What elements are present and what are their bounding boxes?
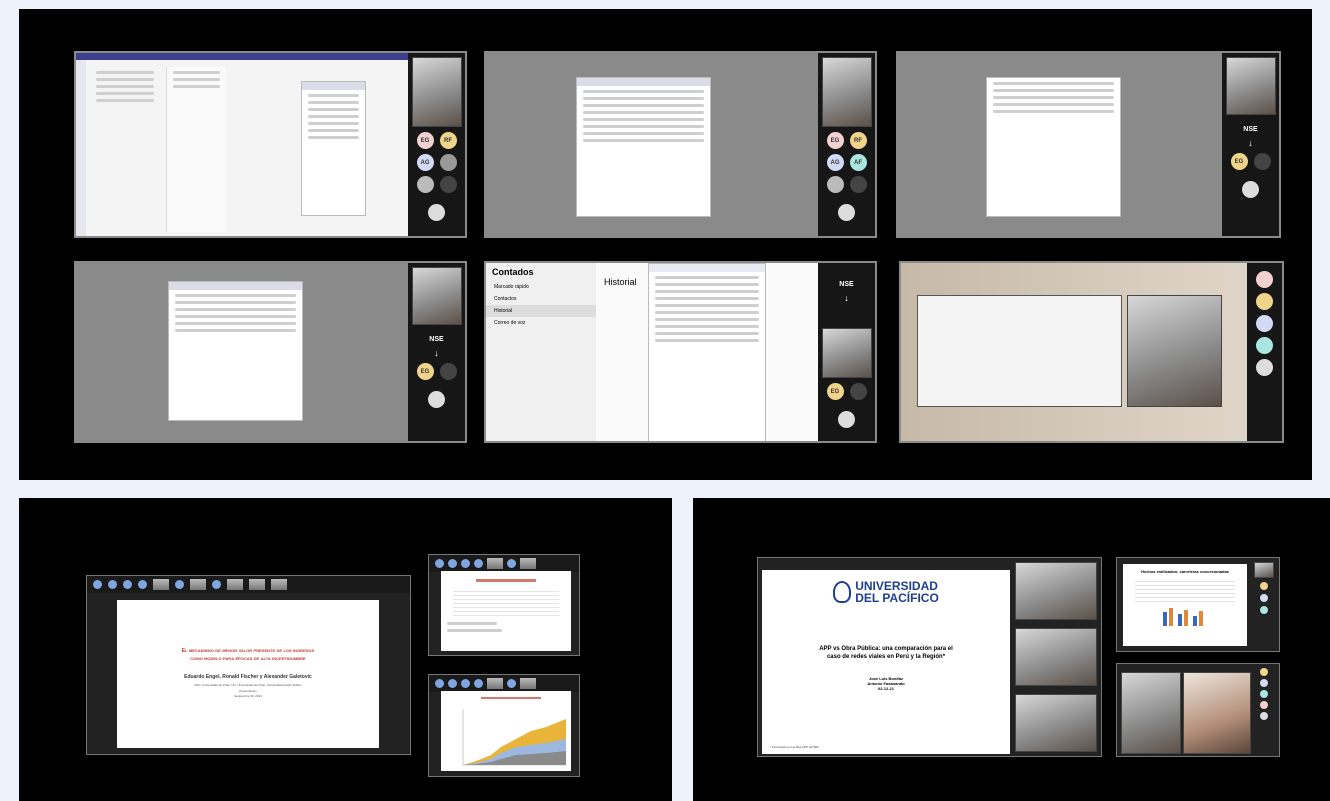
screenshot-settings-dialog: EG RF AG AF [484, 51, 877, 238]
contacts-title: Contados [492, 267, 534, 277]
bottom-right-panel: UNIVERSIDAD DEL PACÍFICO APP vs Obra Púb… [693, 498, 1330, 801]
upacifico-footnote: * Financiado por la Red APP del BID [770, 745, 819, 749]
menu-item-speed-dial[interactable]: Marcado rápido [486, 281, 596, 293]
upacifico-title-line1: APP vs Obra Pública: una comparación par… [819, 646, 953, 652]
area-chart-graphic [462, 697, 566, 766]
screenshot-device-settings: NSE ↓ EG [74, 261, 467, 443]
upacifico-crest-logo [833, 581, 852, 603]
participant-video-2 [1015, 628, 1097, 686]
upacifico-date: 02-12-21 [877, 686, 894, 691]
slide-title-line2: como modelo para épocas de alta incertid… [190, 656, 306, 662]
participant-tag: NSE [1243, 126, 1258, 133]
presentation-slide-upacifico: UNIVERSIDAD DEL PACÍFICO APP vs Obra Púb… [762, 570, 1010, 754]
history-title: Historial [604, 277, 637, 287]
participant-video-1 [1015, 562, 1097, 620]
menu-item-contacts[interactable]: Contactos [486, 293, 596, 305]
screenshot-contacts-history: Contados Marcado rápido Contactos Histor… [484, 261, 877, 443]
side-slide-area-chart [441, 691, 571, 771]
participant-tag-3: NSE [839, 281, 854, 288]
participant-video-man [1121, 672, 1181, 754]
slide-title-line1: El mecanismo de menor valor presente de … [181, 648, 315, 654]
side-slide-stylized-facts: Hechos estilizados: carreteras concesion… [1123, 564, 1247, 646]
screenshot-teams-contacts: EG RF AG [74, 51, 467, 238]
top-collage-panel: EG RF AG EG RF AG AF NSE ↓ EG NSE ↓ EG C… [19, 9, 1312, 480]
screenshot-room-camera [899, 261, 1284, 443]
stylized-facts-bars [1163, 608, 1203, 626]
slide-event: Presentación [239, 689, 257, 693]
bottom-left-panel: El mecanismo de menor valor presente de … [19, 498, 672, 801]
contacts-popup [301, 81, 366, 216]
slide-authors: Eduardo Engel, Ronald Fischer y Alexande… [184, 674, 312, 680]
university-line2: DEL PACÍFICO [855, 591, 939, 605]
upacifico-title-line2: caso de redes viales en Perú y la Región… [826, 654, 946, 660]
side-slide-title: Hechos estilizados: carreteras concesion… [1141, 569, 1229, 574]
menu-item-voicemail[interactable]: Correo de voz [486, 317, 596, 329]
participant-video-woman [1183, 672, 1251, 754]
participant-video [411, 57, 462, 127]
participant-tag-2: NSE [429, 336, 444, 343]
slide-date: Septiembre 30, 2021 [234, 694, 262, 698]
menu-item-history[interactable]: Historial [486, 305, 596, 317]
participant-video-3 [1015, 694, 1097, 752]
slide-affiliation: FEN, Universidad de Chile; UC; Universid… [194, 683, 302, 687]
presentation-slide-engel: El mecanismo de menor valor presente de … [117, 600, 379, 748]
screenshot-share-dialog: NSE ↓ EG [896, 51, 1281, 238]
side-slide-table [441, 571, 571, 651]
